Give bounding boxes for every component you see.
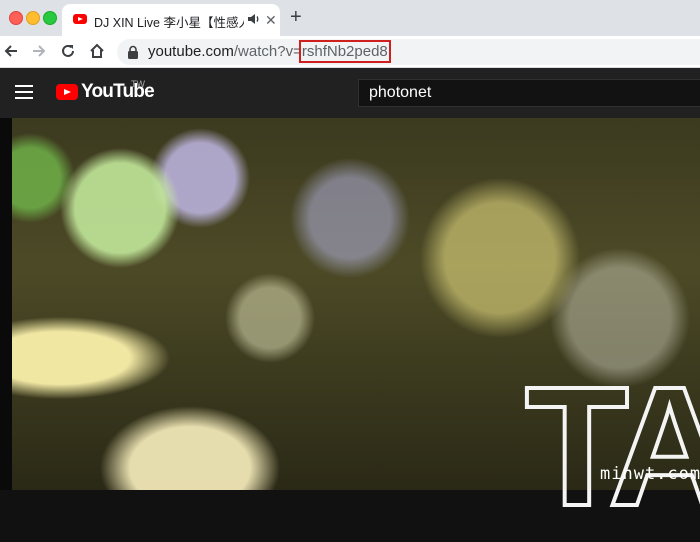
youtube-logo-icon[interactable]: [56, 84, 78, 100]
region-label: TW: [131, 79, 145, 89]
tab-title: DJ XIN Live 李小星【性感人: [94, 16, 244, 30]
minimize-window-button[interactable]: [26, 11, 40, 25]
back-arrow-icon[interactable]: [2, 42, 20, 60]
browser-tab[interactable]: DJ XIN Live 李小星【性感人 ✕: [62, 4, 280, 36]
browser-tab-strip: DJ XIN Live 李小星【性感人 ✕ +: [0, 0, 700, 36]
url-host: youtube.com: [148, 43, 234, 60]
youtube-header: YouTube TW: [0, 68, 700, 118]
address-bar[interactable]: youtube.com/watch?v=rshfNb2ped8: [117, 39, 700, 65]
speaker-icon[interactable]: [246, 11, 262, 27]
forward-arrow-icon[interactable]: [30, 42, 48, 60]
browser-toolbar: youtube.com/watch?v=rshfNb2ped8: [0, 36, 700, 68]
url-video-id: rshfNb2ped8: [298, 40, 391, 63]
tab-close-button[interactable]: ✕: [265, 13, 277, 27]
watermark: minwt.com: [600, 464, 700, 484]
video-overlay-text: TA: [523, 352, 700, 542]
menu-icon[interactable]: [15, 85, 33, 99]
maximize-window-button[interactable]: [43, 11, 57, 25]
player-left-edge: [0, 118, 12, 490]
lock-icon: [128, 45, 138, 59]
search-input[interactable]: [358, 79, 700, 107]
new-tab-button[interactable]: +: [290, 7, 302, 27]
youtube-favicon-icon: [73, 14, 87, 24]
url-text[interactable]: youtube.com/watch?v=rshfNb2ped8: [148, 40, 391, 63]
close-window-button[interactable]: [9, 11, 23, 25]
home-icon[interactable]: [88, 42, 106, 60]
url-path: /watch?v=: [233, 43, 302, 60]
reload-icon[interactable]: [59, 42, 77, 60]
